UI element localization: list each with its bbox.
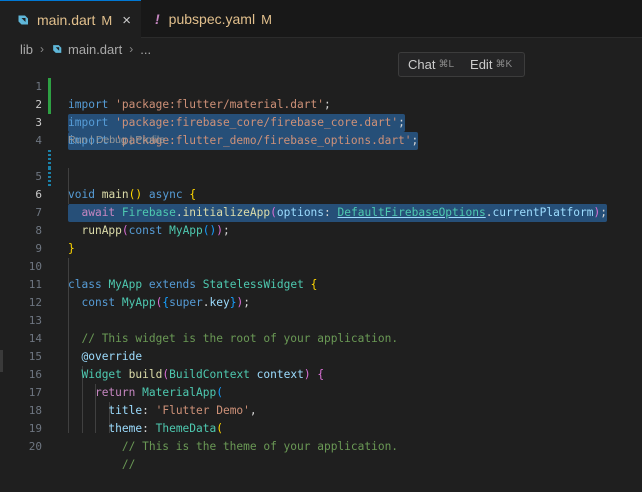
breadcrumb-folder[interactable]: lib	[20, 42, 33, 57]
tab-main-dart[interactable]: main.dart M ×	[0, 0, 141, 39]
close-icon[interactable]: ×	[122, 13, 131, 28]
breadcrumb-file[interactable]: main.dart	[68, 42, 122, 57]
modified-badge: M	[101, 12, 113, 28]
code-line[interactable]: 16 return MaterialApp(	[0, 348, 642, 399]
code-line[interactable]: 12	[0, 276, 642, 309]
line-number: 4	[35, 134, 42, 147]
chat-button[interactable]: Chat ⌘L	[408, 57, 454, 72]
code-line[interactable]: 20 //	[0, 420, 642, 471]
code-line[interactable]: 11 const MyApp({super.key});	[0, 258, 642, 309]
code-line[interactable]: 18 theme: ThemeData(	[0, 384, 642, 435]
chevron-right-icon: ›	[129, 42, 134, 56]
code-line[interactable]: 6 await Firebase.initializeApp(options: …	[0, 168, 642, 222]
edit-shortcut: ⌘K	[495, 59, 513, 70]
exclamation-icon: !	[155, 11, 160, 27]
editor-tab-bar: main.dart M × ! pubspec.yaml M	[0, 0, 642, 39]
tab-pubspec-yaml[interactable]: ! pubspec.yaml M	[141, 0, 291, 38]
breadcrumb: lib › main.dart › ...	[0, 38, 642, 60]
code-line[interactable]: 7 runApp(const MyApp());	[0, 186, 642, 237]
code-line[interactable]: 1 import 'package:flutter/material.dart'…	[0, 60, 642, 111]
chevron-right-icon: ›	[40, 42, 45, 56]
line-number: 20	[28, 440, 42, 453]
chat-label: Chat	[408, 57, 436, 72]
breadcrumb-more[interactable]: ...	[140, 42, 151, 57]
panel-resize-handle[interactable]	[0, 350, 3, 372]
code-line[interactable]: 19 // This is the theme of your applicat…	[0, 402, 642, 453]
code-line[interactable]: 2 import 'package:firebase_core/firebase…	[0, 78, 642, 132]
code-line[interactable]: 5 void main() async {	[0, 150, 642, 201]
inline-chat-toolbar: Chat ⌘L Edit ⌘K	[398, 52, 525, 77]
code-line[interactable]: 17 title: 'Flutter Demo',	[0, 366, 642, 417]
code-line[interactable]: 3 import 'package:flutter_demo/firebase_…	[0, 96, 642, 150]
code-line[interactable]: 4	[0, 114, 642, 147]
edit-label: Edit	[470, 57, 493, 72]
code-line[interactable]: 10 class MyApp extends StatelessWidget {	[0, 240, 642, 291]
dart-icon	[53, 45, 62, 53]
code-line[interactable]: 14 @override	[0, 312, 642, 363]
code-line[interactable]: 9	[0, 222, 642, 255]
edit-button[interactable]: Edit ⌘K	[470, 57, 512, 72]
modified-badge: M	[261, 11, 272, 27]
tab-label: main.dart	[37, 12, 96, 28]
code-line[interactable]: 15 Widget build(BuildContext context) {	[0, 330, 642, 381]
code-line[interactable]: 8 }	[0, 204, 642, 255]
dart-icon	[18, 15, 28, 25]
chat-shortcut: ⌘L	[438, 59, 455, 70]
code-line[interactable]: 13 // This widget is the root of your ap…	[0, 294, 642, 345]
code-editor[interactable]: 1 import 'package:flutter/material.dart'…	[0, 60, 642, 471]
codelens-run-debug-profile[interactable]: Run | Debug | Profile	[68, 131, 165, 149]
tab-label: pubspec.yaml	[168, 11, 256, 27]
